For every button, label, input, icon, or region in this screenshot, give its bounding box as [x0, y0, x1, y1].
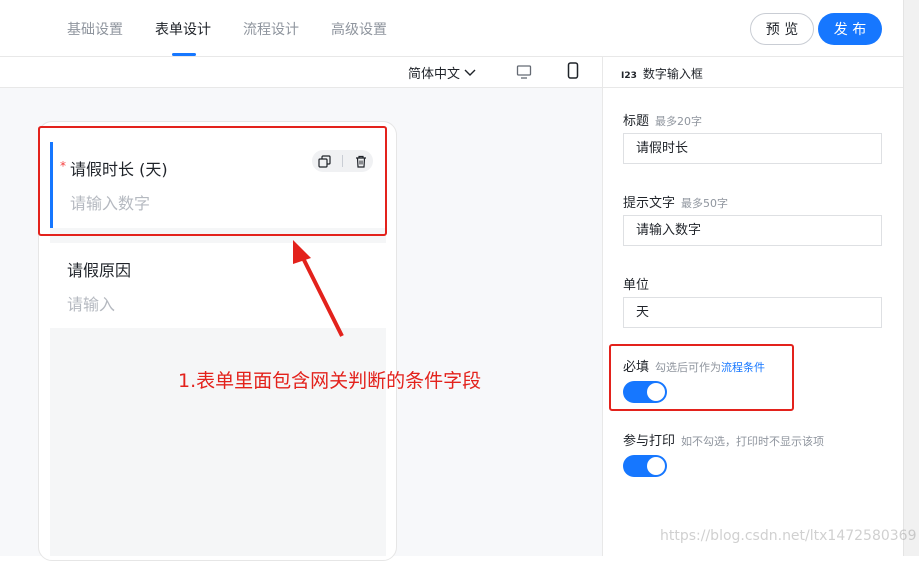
- mobile-view-icon[interactable]: [567, 62, 579, 79]
- tab-form-design[interactable]: 表单设计: [155, 19, 211, 39]
- unit-input[interactable]: 天: [623, 297, 882, 328]
- publish-button[interactable]: 发 布: [818, 13, 882, 45]
- annotation-text: 1.表单里面包含网关判断的条件字段: [178, 370, 482, 392]
- language-label: 简体中文: [408, 67, 461, 82]
- tab-basic-settings[interactable]: 基础设置: [67, 19, 123, 39]
- prop-unit-label: 单位: [623, 278, 650, 293]
- field-placeholder: 请输入: [67, 295, 116, 314]
- top-bar: 基础设置 表单设计 流程设计 高级设置 预 览 发 布: [0, 0, 919, 57]
- active-tab-indicator: [172, 53, 196, 56]
- desktop-view-icon[interactable]: [516, 65, 532, 79]
- chevron-down-icon: [464, 69, 476, 76]
- preview-button[interactable]: 预 览: [750, 13, 814, 45]
- canvas-toolbar: 简体中文: [0, 57, 602, 88]
- highlight-box-required: [609, 344, 794, 411]
- number-input-icon: I23: [621, 71, 637, 81]
- language-select[interactable]: 简体中文: [408, 63, 476, 82]
- panel-title: I23 数字输入框: [621, 67, 703, 81]
- field-label: 请假原因: [67, 261, 132, 280]
- toggle-knob: [647, 457, 665, 475]
- tab-process-design[interactable]: 流程设计: [243, 19, 299, 39]
- title-input[interactable]: 请假时长: [623, 133, 882, 164]
- panel-header: I23 数字输入框: [603, 57, 903, 88]
- print-toggle[interactable]: [623, 455, 667, 477]
- prop-placeholder-label: 提示文字 最多50字: [623, 196, 729, 211]
- placeholder-input[interactable]: 请输入数字: [623, 215, 882, 246]
- prop-print-label: 参与打印 如不勾选，打印时不显示该项: [623, 434, 825, 449]
- scrollbar[interactable]: [903, 0, 919, 556]
- highlight-box-field: [38, 126, 387, 236]
- watermark: https://blog.csdn.net/ltx1472580369: [660, 528, 917, 544]
- tab-advanced-settings[interactable]: 高级设置: [331, 19, 387, 39]
- annotation-arrow: [293, 240, 344, 337]
- prop-title-label: 标题 最多20字: [623, 114, 703, 129]
